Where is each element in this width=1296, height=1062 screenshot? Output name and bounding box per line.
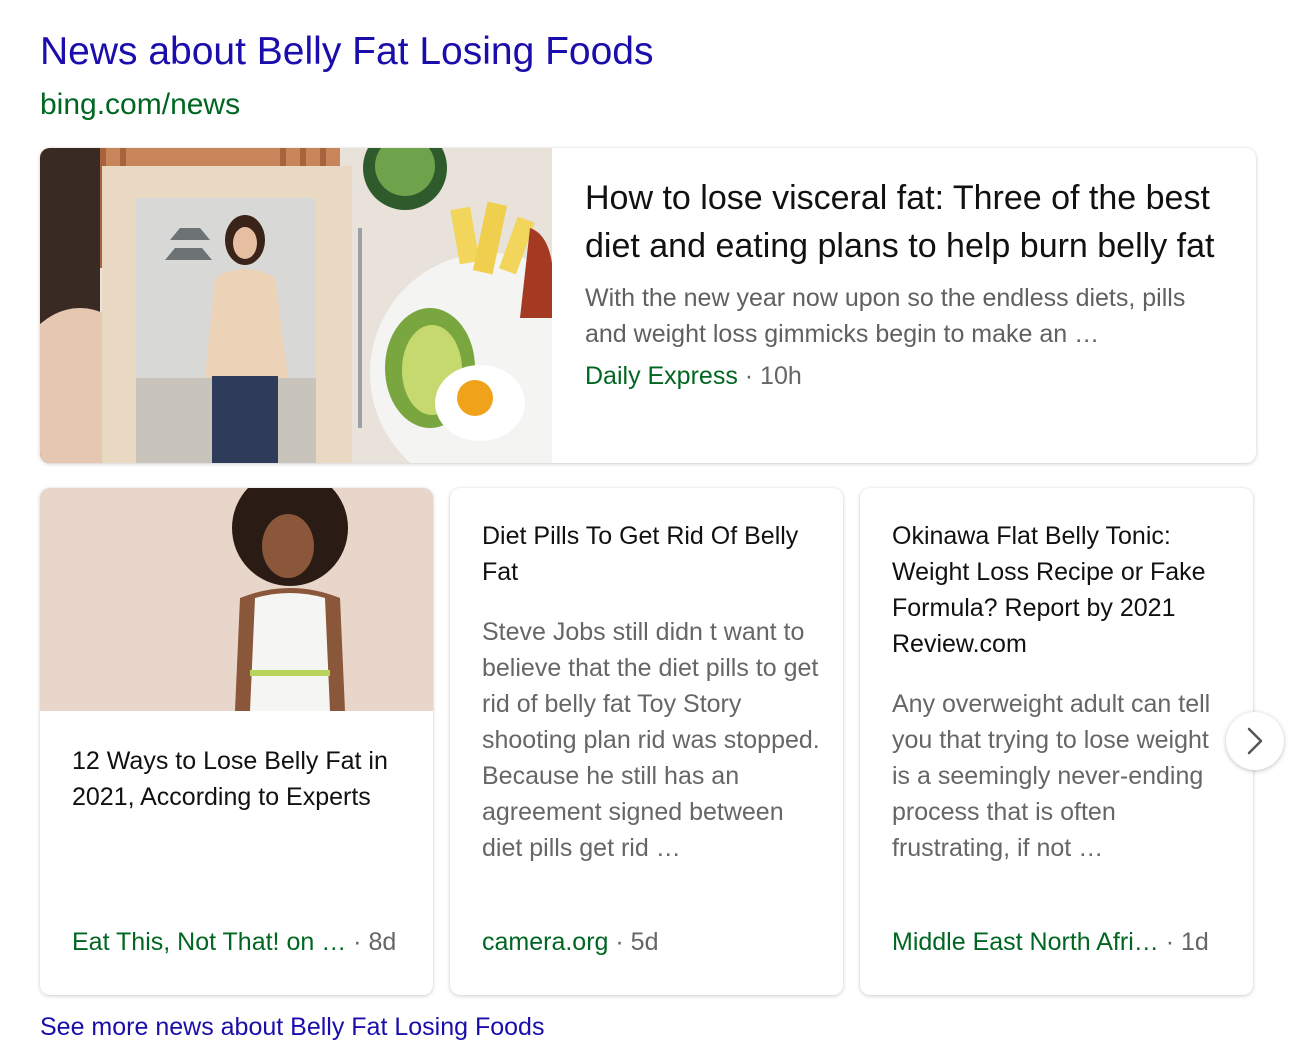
news-card[interactable]: Okinawa Flat Belly Tonic: Weight Loss Re… [860, 488, 1253, 995]
news-card-image [40, 488, 433, 711]
news-age: 1d [1180, 928, 1209, 956]
featured-news-headline[interactable]: How to lose visceral fat: Three of the b… [585, 174, 1225, 270]
meta-separator: · [737, 362, 761, 390]
meta-separator: · [346, 928, 369, 956]
news-source-name: Daily Express [585, 362, 738, 390]
news-card-headline[interactable]: Okinawa Flat Belly Tonic: Weight Loss Re… [892, 518, 1232, 662]
news-source-name: Eat This, Not That! on … [72, 928, 347, 956]
news-card-meta: Eat This, Not That! on … · 8d [72, 928, 396, 957]
news-age: 5d [630, 928, 659, 956]
news-card-meta: Middle East North Afri… · 1d [892, 928, 1209, 957]
news-age: 8d [368, 928, 397, 956]
see-more-news-link[interactable]: See more news about Belly Fat Losing Foo… [40, 1013, 544, 1042]
carousel-next-button[interactable] [1226, 712, 1284, 770]
news-card-snippet: Steve Jobs still didn t want to believe … [482, 618, 820, 862]
news-section-title[interactable]: News about Belly Fat Losing Foods [40, 30, 654, 74]
news-card-headline[interactable]: 12 Ways to Lose Belly Fat in 2021, Accor… [72, 743, 412, 815]
meta-separator: · [608, 928, 631, 956]
news-card-meta: camera.org · 5d [482, 928, 658, 957]
featured-news-card[interactable]: How to lose visceral fat: Three of the b… [40, 148, 1256, 463]
news-age: 10h [760, 362, 802, 390]
news-card[interactable]: Diet Pills To Get Rid Of Belly Fat Steve… [450, 488, 843, 995]
news-card-body: 12 Ways to Lose Belly Fat in 2021, Accor… [72, 743, 412, 815]
news-card-headline[interactable]: Diet Pills To Get Rid Of Belly Fat [482, 518, 822, 590]
featured-news-meta: Daily Express · 10h [585, 362, 1225, 391]
featured-news-image [40, 148, 552, 463]
news-card-body: Diet Pills To Get Rid Of Belly Fat Steve… [482, 518, 822, 866]
featured-news-body: How to lose visceral fat: Three of the b… [585, 174, 1225, 391]
news-source-url: bing.com/news [40, 88, 241, 121]
news-answer: News about Belly Fat Losing Foods bing.c… [0, 0, 1296, 1062]
meta-separator: · [1158, 928, 1181, 956]
news-card-body: Okinawa Flat Belly Tonic: Weight Loss Re… [892, 518, 1232, 866]
news-source-name: Middle East North Afri… [892, 928, 1159, 956]
news-source-name: camera.org [482, 928, 609, 956]
featured-news-snippet: With the new year now upon so the endles… [585, 284, 1186, 348]
news-card[interactable]: 12 Ways to Lose Belly Fat in 2021, Accor… [40, 488, 433, 995]
chevron-right-icon [1247, 727, 1263, 755]
news-card-snippet: Any overweight adult can tell you that t… [892, 690, 1211, 862]
